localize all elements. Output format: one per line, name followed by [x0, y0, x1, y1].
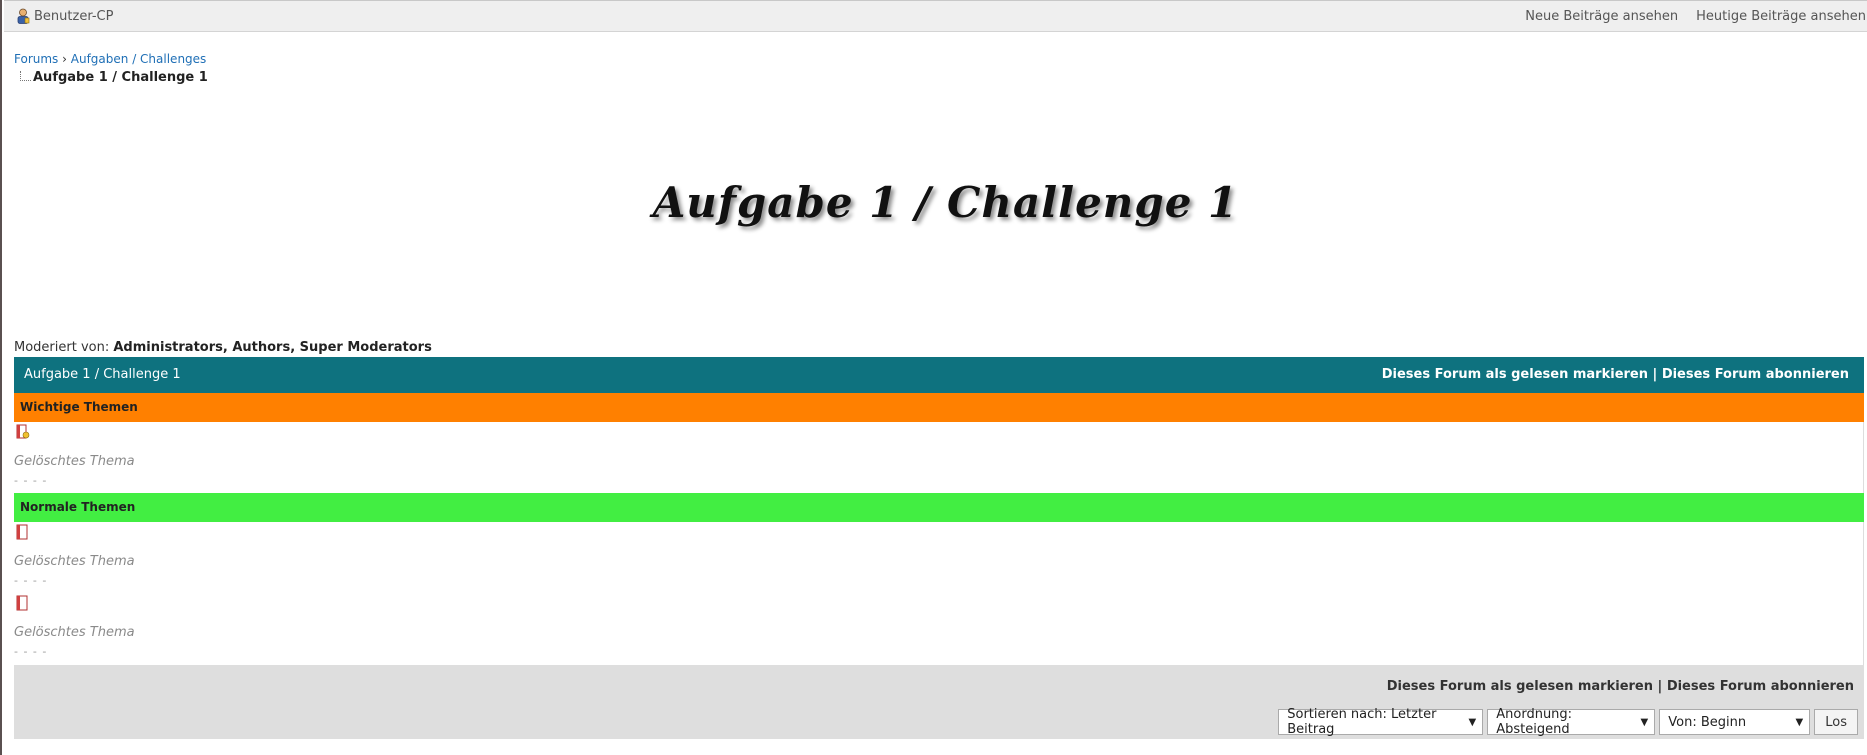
thread-icon[interactable] [16, 524, 30, 540]
breadcrumb-challenges[interactable]: Aufgaben / Challenges [71, 52, 207, 66]
go-button[interactable]: Los [1814, 709, 1858, 735]
footer-mark-read-link[interactable]: Dieses Forum als gelesen markieren [1387, 679, 1653, 694]
sort-select-value: Sortieren nach: Letzter Beitrag [1287, 707, 1437, 737]
chevron-down-icon: ▼ [1468, 716, 1477, 728]
subscribe-link[interactable]: Dieses Forum abonnieren [1662, 367, 1849, 382]
chevron-down-icon: ▼ [1640, 716, 1649, 728]
todays-posts-link[interactable]: Heutige Beiträge ansehen [1696, 9, 1866, 24]
moderated-label: Moderiert von: [14, 340, 110, 355]
forum-header: Aufgabe 1 / Challenge 1 Dieses Forum als… [14, 357, 1864, 393]
forum-header-links: Dieses Forum als gelesen markieren | Die… [1382, 367, 1849, 382]
tree-line-icon [20, 71, 31, 81]
moderators-list: Administrators, Authors, Super Moderator… [113, 340, 432, 355]
breadcrumb-separator: › [62, 52, 67, 66]
from-select[interactable]: Von: Beginn ▼ [1659, 709, 1811, 735]
moderated-by: Moderiert von: Administrators, Authors, … [14, 340, 432, 355]
order-select[interactable]: Anordnung: Absteigend ▼ [1487, 707, 1656, 737]
breadcrumb: Forums › Aufgaben / Challenges [14, 52, 206, 66]
usercp-link[interactable]: Benutzer-CP [16, 8, 113, 24]
chevron-down-icon: ▼ [1795, 716, 1804, 728]
footer-subscribe-link[interactable]: Dieses Forum abonnieren [1667, 679, 1854, 694]
thread-meta: - - - - [14, 474, 48, 487]
page-frame: Benutzer-CP Neue Beiträge ansehen Heutig… [0, 0, 1867, 755]
mark-read-link[interactable]: Dieses Forum als gelesen markieren [1382, 367, 1648, 382]
forum-footer: Dieses Forum als gelesen markieren | Die… [14, 665, 1864, 739]
top-nav: Neue Beiträge ansehen Heutige Beiträge a… [1525, 9, 1866, 24]
sort-controls: Sortieren nach: Letzter Beitrag ▼ Anordn… [1278, 707, 1858, 737]
sort-select[interactable]: Sortieren nach: Letzter Beitrag ▼ [1278, 707, 1484, 737]
order-select-value: Anordnung: Absteigend [1496, 707, 1573, 737]
banner-title: Aufgabe 1 / Challenge 1 [652, 178, 1239, 227]
thread-meta: - - - - [14, 574, 48, 587]
footer-links: Dieses Forum als gelesen markieren | Die… [1387, 679, 1854, 694]
threads-area [14, 393, 1864, 665]
user-icon [17, 8, 30, 24]
breadcrumb-forums[interactable]: Forums [14, 52, 58, 66]
thread-meta: - - - - [14, 645, 48, 658]
new-posts-link[interactable]: Neue Beiträge ansehen [1525, 9, 1678, 24]
thread-icon[interactable] [16, 595, 30, 611]
breadcrumb-current: Aufgabe 1 / Challenge 1 [20, 70, 208, 85]
section-important-label: Wichtige Themen [20, 400, 138, 414]
top-bar: Benutzer-CP Neue Beiträge ansehen Heutig… [4, 0, 1867, 32]
thread-title[interactable]: Gelöschtes Thema [14, 625, 135, 640]
links-divider: | [1652, 367, 1658, 382]
section-normal-label: Normale Themen [20, 500, 136, 514]
footer-links-divider: | [1657, 679, 1663, 694]
section-normal: Normale Themen [14, 493, 1864, 522]
breadcrumb-current-label: Aufgabe 1 / Challenge 1 [33, 70, 208, 85]
from-select-value: Von: Beginn [1668, 714, 1747, 730]
thread-title[interactable]: Gelöschtes Thema [14, 554, 135, 569]
section-important: Wichtige Themen [14, 393, 1864, 422]
forum-header-title: Aufgabe 1 / Challenge 1 [24, 367, 181, 382]
sticky-thread-icon[interactable] [16, 424, 30, 440]
usercp-label: Benutzer-CP [34, 8, 114, 24]
forum-banner: Aufgabe 1 / Challenge 1 [2, 178, 1867, 227]
thread-title[interactable]: Gelöschtes Thema [14, 454, 135, 469]
